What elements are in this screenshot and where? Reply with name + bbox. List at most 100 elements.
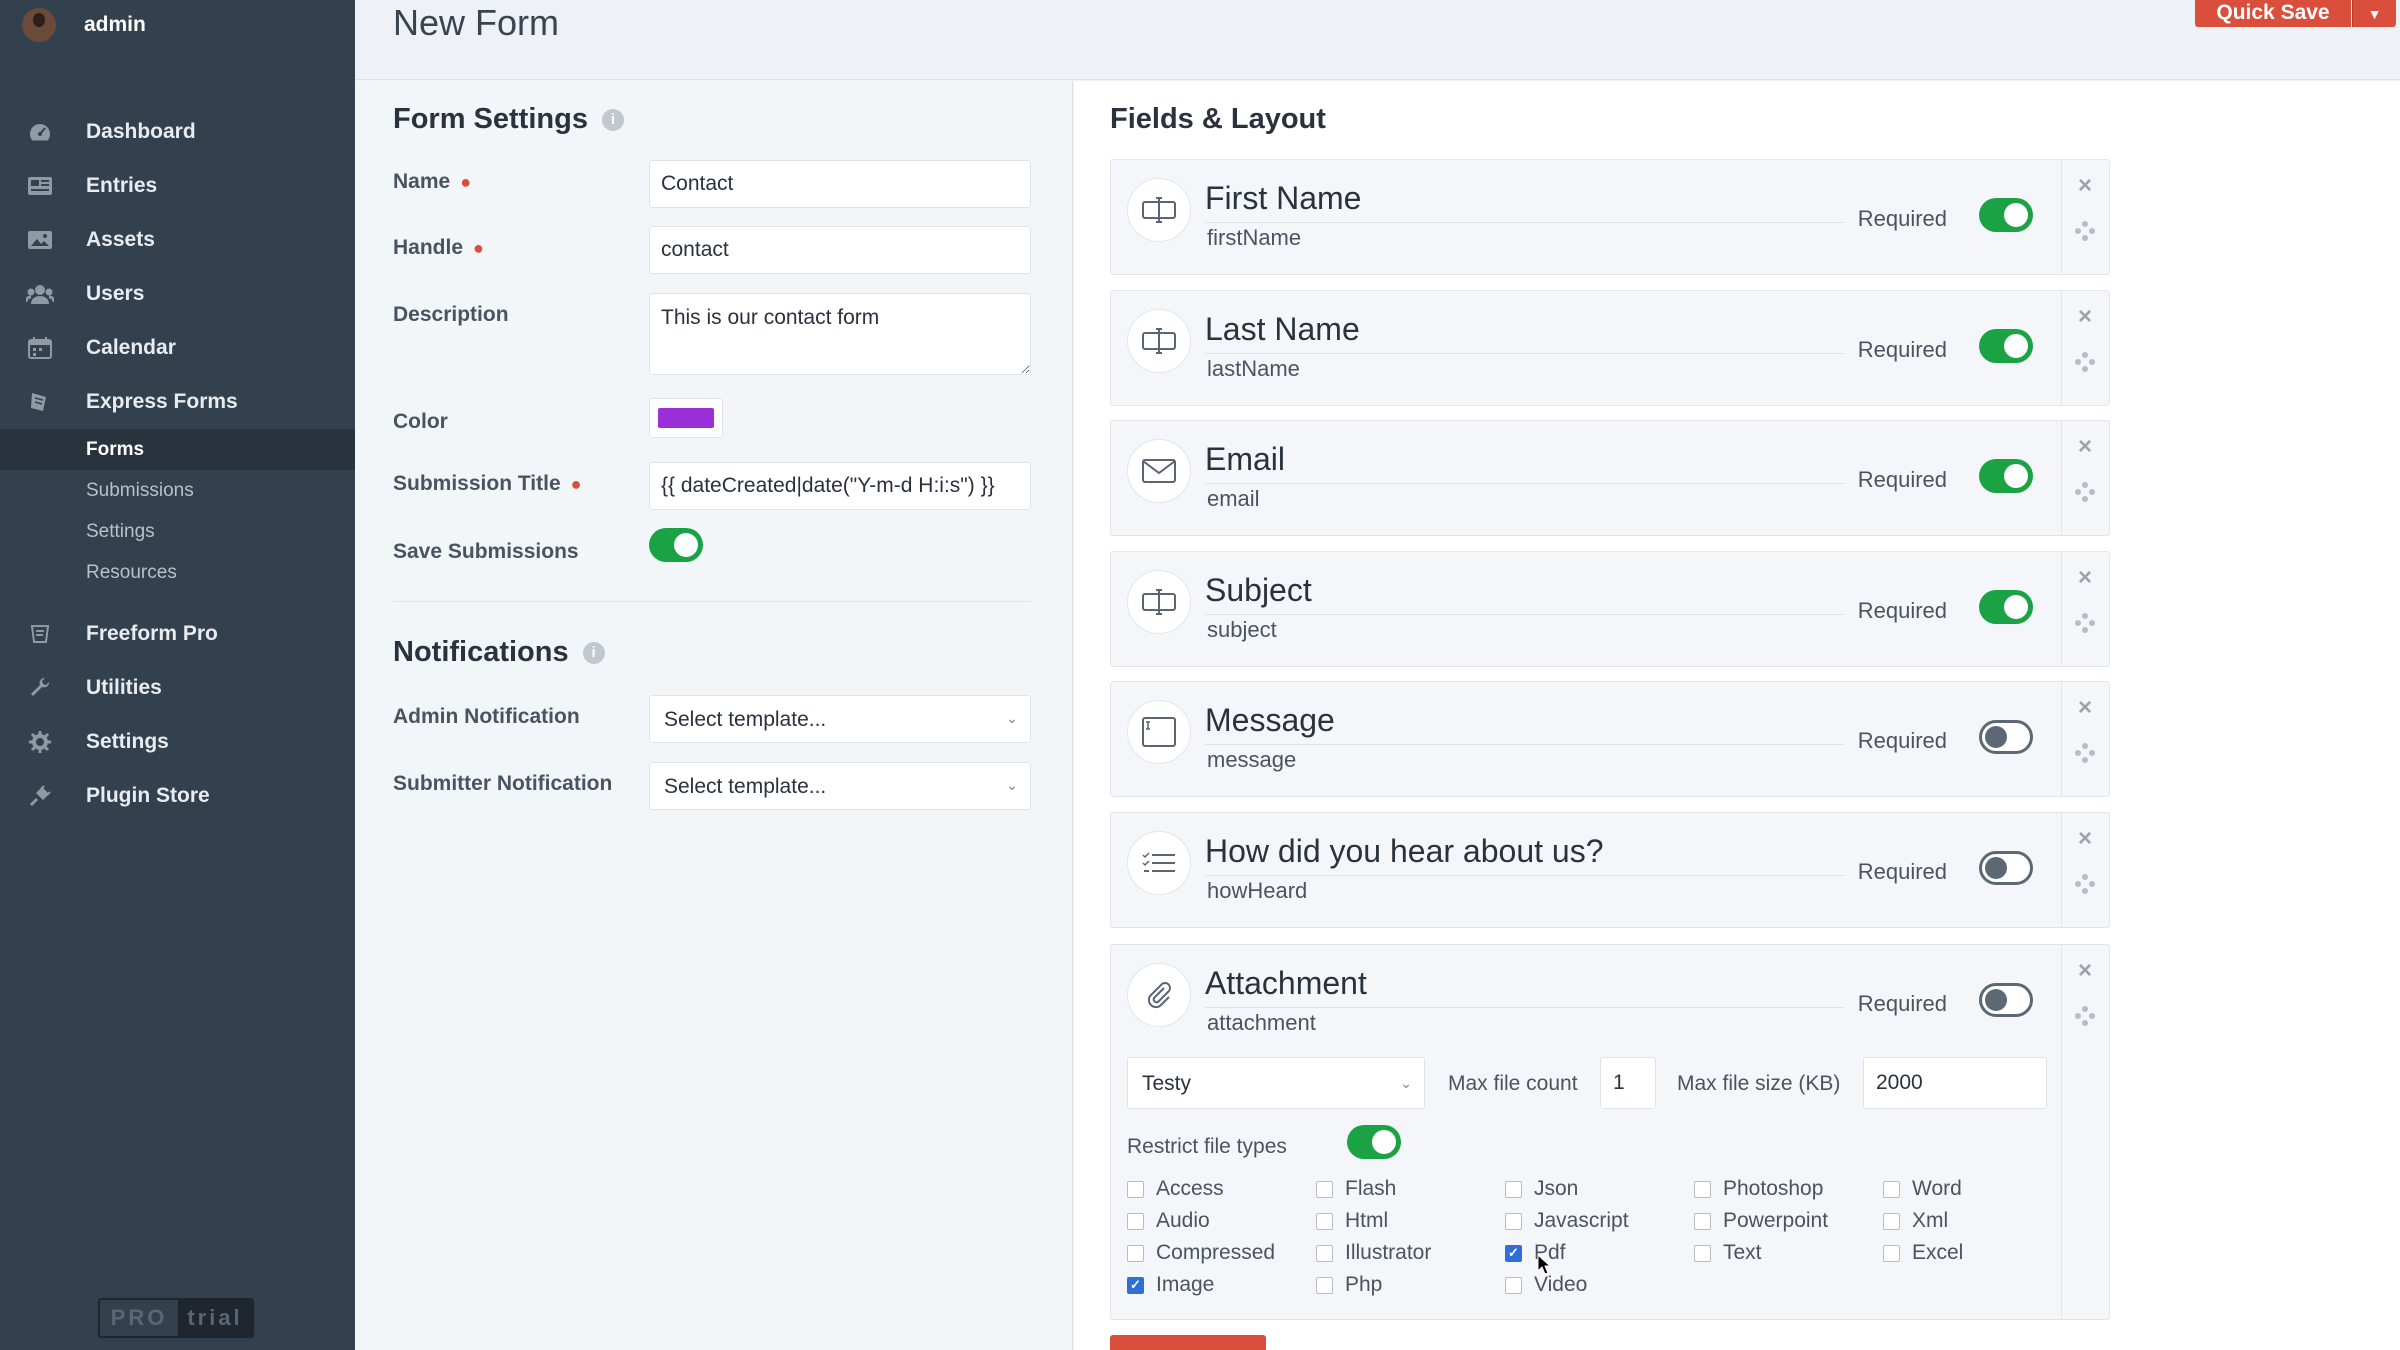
checkbox-icon[interactable] xyxy=(1127,1244,1144,1262)
nav-item-dashboard[interactable]: Dashboard xyxy=(0,105,355,159)
quick-save-menu-button[interactable]: ▼ xyxy=(2352,0,2396,27)
nav-item-freeform-pro[interactable]: Freeform Pro xyxy=(0,607,355,661)
file-type-checkbox[interactable]: Audio xyxy=(1127,1209,1210,1233)
nav-item-calendar[interactable]: Calendar xyxy=(0,321,355,375)
required-toggle[interactable] xyxy=(1979,589,2033,624)
field-card[interactable]: Email email Required × xyxy=(1110,420,2110,536)
file-type-checkbox[interactable]: ✓ Image xyxy=(1127,1273,1214,1297)
field-handle[interactable]: attachment xyxy=(1207,1010,1842,1036)
submitter-notification-select[interactable]: Select template... ⌄ xyxy=(649,762,1031,810)
nav-item-express-forms[interactable]: Express Forms xyxy=(0,375,355,429)
required-toggle[interactable] xyxy=(1979,850,2033,885)
field-title[interactable]: Attachment xyxy=(1205,965,1367,1002)
move-icon[interactable] xyxy=(2074,351,2096,373)
required-toggle[interactable] xyxy=(1979,459,2033,493)
checkbox-icon[interactable] xyxy=(1505,1180,1522,1198)
max-file-count-input[interactable] xyxy=(1600,1057,1656,1109)
checkbox-icon[interactable] xyxy=(1694,1180,1711,1198)
file-type-checkbox[interactable]: Photoshop xyxy=(1694,1177,1823,1201)
file-type-checkbox[interactable]: Video xyxy=(1505,1273,1587,1297)
info-icon[interactable]: i xyxy=(601,108,624,131)
checkbox-icon[interactable]: ✓ xyxy=(1505,1244,1522,1262)
info-icon[interactable]: i xyxy=(582,641,605,664)
color-picker[interactable] xyxy=(649,398,723,438)
field-title[interactable]: First Name xyxy=(1205,180,1361,217)
file-type-checkbox[interactable]: Word xyxy=(1883,1177,1962,1201)
file-type-checkbox[interactable]: Text xyxy=(1694,1241,1762,1265)
field-title[interactable]: Message xyxy=(1205,702,1335,739)
admin-notification-select[interactable]: Select template... ⌄ xyxy=(649,695,1031,743)
file-type-checkbox[interactable]: Flash xyxy=(1316,1177,1396,1201)
nav-item-assets[interactable]: Assets xyxy=(0,213,355,267)
field-title[interactable]: Last Name xyxy=(1205,311,1360,348)
close-icon[interactable]: × xyxy=(2075,435,2095,459)
max-file-size-input[interactable] xyxy=(1863,1057,2047,1109)
close-icon[interactable]: × xyxy=(2075,304,2095,328)
save-submissions-toggle[interactable] xyxy=(649,528,703,562)
user-menu[interactable]: admin xyxy=(22,8,146,42)
close-icon[interactable]: × xyxy=(2075,174,2095,198)
description-textarea[interactable]: This is our contact form xyxy=(649,293,1031,375)
subnav-item-settings[interactable]: Settings xyxy=(0,511,355,552)
field-handle[interactable]: howHeard xyxy=(1207,878,1842,904)
nav-item-entries[interactable]: Entries xyxy=(0,159,355,213)
checkbox-icon[interactable] xyxy=(1316,1212,1333,1230)
file-type-checkbox[interactable]: Json xyxy=(1505,1177,1578,1201)
checkbox-icon[interactable] xyxy=(1127,1212,1144,1230)
checkbox-icon[interactable] xyxy=(1883,1244,1900,1262)
checkbox-icon[interactable]: ✓ xyxy=(1127,1276,1144,1294)
file-type-checkbox[interactable]: Html xyxy=(1316,1209,1388,1233)
checkbox-icon[interactable] xyxy=(1316,1244,1333,1262)
upload-location-select[interactable]: Testy ⌄ xyxy=(1127,1057,1425,1109)
file-type-checkbox[interactable]: Powerpoint xyxy=(1694,1209,1828,1233)
move-icon[interactable] xyxy=(2074,742,2096,764)
checkbox-icon[interactable] xyxy=(1883,1212,1900,1230)
move-icon[interactable] xyxy=(2074,220,2096,242)
field-card[interactable]: Last Name lastName Required × xyxy=(1110,289,2110,406)
checkbox-icon[interactable] xyxy=(1127,1180,1144,1198)
field-card[interactable]: Message message Required × xyxy=(1110,681,2110,797)
nav-item-settings[interactable]: Settings xyxy=(0,715,355,769)
checkbox-icon[interactable] xyxy=(1883,1180,1900,1198)
nav-item-utilities[interactable]: Utilities xyxy=(0,661,355,715)
subnav-item-forms[interactable]: Forms xyxy=(0,429,355,470)
subnav-item-submissions[interactable]: Submissions xyxy=(0,470,355,511)
field-handle[interactable]: lastName xyxy=(1207,356,1842,382)
nav-item-plugin-store[interactable]: Plugin Store xyxy=(0,769,355,823)
checkbox-icon[interactable] xyxy=(1505,1276,1522,1294)
move-icon[interactable] xyxy=(2074,873,2096,895)
add-field-button[interactable] xyxy=(1110,1335,1266,1350)
file-type-checkbox[interactable]: ✓ Pdf xyxy=(1505,1241,1566,1265)
file-type-checkbox[interactable]: Excel xyxy=(1883,1241,1963,1265)
checkbox-icon[interactable] xyxy=(1316,1276,1333,1294)
required-toggle[interactable] xyxy=(1979,983,2033,1017)
move-icon[interactable] xyxy=(2074,481,2096,503)
field-handle[interactable]: subject xyxy=(1207,617,1842,643)
field-handle[interactable]: firstName xyxy=(1207,225,1842,251)
required-toggle[interactable] xyxy=(1979,720,2033,754)
checkbox-icon[interactable] xyxy=(1694,1212,1711,1230)
required-toggle[interactable] xyxy=(1979,328,2033,363)
move-icon[interactable] xyxy=(2074,1005,2096,1027)
file-type-checkbox[interactable]: Php xyxy=(1316,1273,1382,1297)
file-type-checkbox[interactable]: Compressed xyxy=(1127,1241,1275,1265)
close-icon[interactable]: × xyxy=(2075,826,2095,850)
nav-item-users[interactable]: Users xyxy=(0,267,355,321)
field-card[interactable]: Subject subject Required × xyxy=(1110,550,2110,667)
subnav-item-resources[interactable]: Resources xyxy=(0,552,355,593)
field-title[interactable]: How did you hear about us? xyxy=(1205,833,1603,870)
pro-trial-badge[interactable]: PRO trial xyxy=(98,1298,254,1338)
field-handle[interactable]: message xyxy=(1207,747,1842,773)
file-type-checkbox[interactable]: Xml xyxy=(1883,1209,1948,1233)
close-icon[interactable]: × xyxy=(2075,696,2095,720)
submission-title-input[interactable] xyxy=(649,462,1031,510)
checkbox-icon[interactable] xyxy=(1505,1212,1522,1230)
restrict-file-types-toggle[interactable] xyxy=(1347,1125,1401,1159)
required-toggle[interactable] xyxy=(1979,198,2033,232)
name-input[interactable] xyxy=(649,160,1031,208)
field-card[interactable]: First Name firstName Required × xyxy=(1110,159,2110,275)
file-type-checkbox[interactable]: Illustrator xyxy=(1316,1241,1431,1265)
field-title[interactable]: Email xyxy=(1205,441,1285,478)
close-icon[interactable]: × xyxy=(2075,959,2095,983)
close-icon[interactable]: × xyxy=(2075,565,2095,589)
